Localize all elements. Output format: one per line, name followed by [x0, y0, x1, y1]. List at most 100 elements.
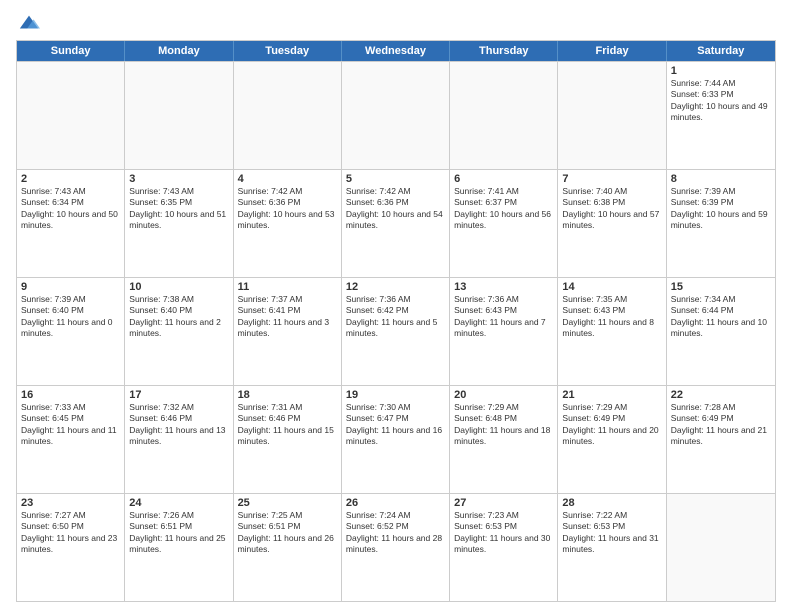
day-info: Sunrise: 7:39 AMSunset: 6:40 PMDaylight:…: [21, 294, 120, 340]
calendar-cell: [450, 62, 558, 169]
cal-header-wednesday: Wednesday: [342, 41, 450, 61]
calendar-cell: 24Sunrise: 7:26 AMSunset: 6:51 PMDayligh…: [125, 494, 233, 601]
day-info: Sunrise: 7:28 AMSunset: 6:49 PMDaylight:…: [671, 402, 771, 448]
day-number: 12: [346, 281, 445, 293]
day-number: 26: [346, 497, 445, 509]
cal-header-thursday: Thursday: [450, 41, 558, 61]
day-number: 3: [129, 173, 228, 185]
calendar-cell: 1Sunrise: 7:44 AMSunset: 6:33 PMDaylight…: [667, 62, 775, 169]
calendar-cell: 3Sunrise: 7:43 AMSunset: 6:35 PMDaylight…: [125, 170, 233, 277]
day-number: 22: [671, 389, 771, 401]
calendar: SundayMondayTuesdayWednesdayThursdayFrid…: [16, 40, 776, 602]
calendar-cell: 11Sunrise: 7:37 AMSunset: 6:41 PMDayligh…: [234, 278, 342, 385]
day-info: Sunrise: 7:31 AMSunset: 6:46 PMDaylight:…: [238, 402, 337, 448]
day-number: 18: [238, 389, 337, 401]
calendar-cell: 17Sunrise: 7:32 AMSunset: 6:46 PMDayligh…: [125, 386, 233, 493]
calendar-cell: 4Sunrise: 7:42 AMSunset: 6:36 PMDaylight…: [234, 170, 342, 277]
day-number: 17: [129, 389, 228, 401]
calendar-header-row: SundayMondayTuesdayWednesdayThursdayFrid…: [17, 41, 775, 61]
calendar-cell: 2Sunrise: 7:43 AMSunset: 6:34 PMDaylight…: [17, 170, 125, 277]
day-info: Sunrise: 7:23 AMSunset: 6:53 PMDaylight:…: [454, 510, 553, 556]
cal-header-saturday: Saturday: [667, 41, 775, 61]
calendar-cell: 19Sunrise: 7:30 AMSunset: 6:47 PMDayligh…: [342, 386, 450, 493]
cal-header-monday: Monday: [125, 41, 233, 61]
day-number: 13: [454, 281, 553, 293]
day-info: Sunrise: 7:29 AMSunset: 6:48 PMDaylight:…: [454, 402, 553, 448]
day-info: Sunrise: 7:26 AMSunset: 6:51 PMDaylight:…: [129, 510, 228, 556]
day-number: 4: [238, 173, 337, 185]
day-number: 19: [346, 389, 445, 401]
calendar-cell: 21Sunrise: 7:29 AMSunset: 6:49 PMDayligh…: [558, 386, 666, 493]
day-info: Sunrise: 7:43 AMSunset: 6:35 PMDaylight:…: [129, 186, 228, 232]
cal-header-sunday: Sunday: [17, 41, 125, 61]
logo-icon: [18, 12, 40, 34]
day-number: 16: [21, 389, 120, 401]
calendar-week-3: 9Sunrise: 7:39 AMSunset: 6:40 PMDaylight…: [17, 277, 775, 385]
day-number: 2: [21, 173, 120, 185]
calendar-week-1: 1Sunrise: 7:44 AMSunset: 6:33 PMDaylight…: [17, 61, 775, 169]
day-number: 9: [21, 281, 120, 293]
day-number: 10: [129, 281, 228, 293]
day-info: Sunrise: 7:34 AMSunset: 6:44 PMDaylight:…: [671, 294, 771, 340]
calendar-cell: 9Sunrise: 7:39 AMSunset: 6:40 PMDaylight…: [17, 278, 125, 385]
day-info: Sunrise: 7:32 AMSunset: 6:46 PMDaylight:…: [129, 402, 228, 448]
logo: [16, 12, 40, 32]
calendar-cell: 7Sunrise: 7:40 AMSunset: 6:38 PMDaylight…: [558, 170, 666, 277]
day-number: 21: [562, 389, 661, 401]
calendar-cell: 13Sunrise: 7:36 AMSunset: 6:43 PMDayligh…: [450, 278, 558, 385]
calendar-cell: 23Sunrise: 7:27 AMSunset: 6:50 PMDayligh…: [17, 494, 125, 601]
calendar-cell: 18Sunrise: 7:31 AMSunset: 6:46 PMDayligh…: [234, 386, 342, 493]
day-info: Sunrise: 7:36 AMSunset: 6:43 PMDaylight:…: [454, 294, 553, 340]
day-info: Sunrise: 7:38 AMSunset: 6:40 PMDaylight:…: [129, 294, 228, 340]
day-number: 23: [21, 497, 120, 509]
day-info: Sunrise: 7:35 AMSunset: 6:43 PMDaylight:…: [562, 294, 661, 340]
calendar-week-4: 16Sunrise: 7:33 AMSunset: 6:45 PMDayligh…: [17, 385, 775, 493]
calendar-week-5: 23Sunrise: 7:27 AMSunset: 6:50 PMDayligh…: [17, 493, 775, 601]
calendar-cell: 22Sunrise: 7:28 AMSunset: 6:49 PMDayligh…: [667, 386, 775, 493]
day-number: 6: [454, 173, 553, 185]
day-info: Sunrise: 7:29 AMSunset: 6:49 PMDaylight:…: [562, 402, 661, 448]
cal-header-friday: Friday: [558, 41, 666, 61]
day-info: Sunrise: 7:33 AMSunset: 6:45 PMDaylight:…: [21, 402, 120, 448]
day-info: Sunrise: 7:42 AMSunset: 6:36 PMDaylight:…: [238, 186, 337, 232]
day-number: 8: [671, 173, 771, 185]
calendar-cell: 14Sunrise: 7:35 AMSunset: 6:43 PMDayligh…: [558, 278, 666, 385]
day-number: 1: [671, 65, 771, 77]
day-info: Sunrise: 7:41 AMSunset: 6:37 PMDaylight:…: [454, 186, 553, 232]
day-info: Sunrise: 7:44 AMSunset: 6:33 PMDaylight:…: [671, 78, 771, 124]
day-info: Sunrise: 7:24 AMSunset: 6:52 PMDaylight:…: [346, 510, 445, 556]
calendar-cell: 15Sunrise: 7:34 AMSunset: 6:44 PMDayligh…: [667, 278, 775, 385]
day-info: Sunrise: 7:37 AMSunset: 6:41 PMDaylight:…: [238, 294, 337, 340]
day-number: 27: [454, 497, 553, 509]
cal-header-tuesday: Tuesday: [234, 41, 342, 61]
day-info: Sunrise: 7:42 AMSunset: 6:36 PMDaylight:…: [346, 186, 445, 232]
day-info: Sunrise: 7:39 AMSunset: 6:39 PMDaylight:…: [671, 186, 771, 232]
calendar-cell: 5Sunrise: 7:42 AMSunset: 6:36 PMDaylight…: [342, 170, 450, 277]
day-number: 14: [562, 281, 661, 293]
day-info: Sunrise: 7:22 AMSunset: 6:53 PMDaylight:…: [562, 510, 661, 556]
day-info: Sunrise: 7:43 AMSunset: 6:34 PMDaylight:…: [21, 186, 120, 232]
calendar-cell: [125, 62, 233, 169]
day-number: 5: [346, 173, 445, 185]
calendar-cell: 8Sunrise: 7:39 AMSunset: 6:39 PMDaylight…: [667, 170, 775, 277]
day-number: 15: [671, 281, 771, 293]
calendar-cell: [558, 62, 666, 169]
calendar-week-2: 2Sunrise: 7:43 AMSunset: 6:34 PMDaylight…: [17, 169, 775, 277]
day-info: Sunrise: 7:36 AMSunset: 6:42 PMDaylight:…: [346, 294, 445, 340]
day-info: Sunrise: 7:27 AMSunset: 6:50 PMDaylight:…: [21, 510, 120, 556]
calendar-body: 1Sunrise: 7:44 AMSunset: 6:33 PMDaylight…: [17, 61, 775, 601]
day-number: 20: [454, 389, 553, 401]
header: [16, 12, 776, 32]
page: SundayMondayTuesdayWednesdayThursdayFrid…: [0, 0, 792, 612]
calendar-cell: 25Sunrise: 7:25 AMSunset: 6:51 PMDayligh…: [234, 494, 342, 601]
day-number: 11: [238, 281, 337, 293]
calendar-cell: 6Sunrise: 7:41 AMSunset: 6:37 PMDaylight…: [450, 170, 558, 277]
calendar-cell: [234, 62, 342, 169]
day-info: Sunrise: 7:30 AMSunset: 6:47 PMDaylight:…: [346, 402, 445, 448]
calendar-cell: 16Sunrise: 7:33 AMSunset: 6:45 PMDayligh…: [17, 386, 125, 493]
day-info: Sunrise: 7:40 AMSunset: 6:38 PMDaylight:…: [562, 186, 661, 232]
day-info: Sunrise: 7:25 AMSunset: 6:51 PMDaylight:…: [238, 510, 337, 556]
calendar-cell: 27Sunrise: 7:23 AMSunset: 6:53 PMDayligh…: [450, 494, 558, 601]
day-number: 7: [562, 173, 661, 185]
day-number: 28: [562, 497, 661, 509]
